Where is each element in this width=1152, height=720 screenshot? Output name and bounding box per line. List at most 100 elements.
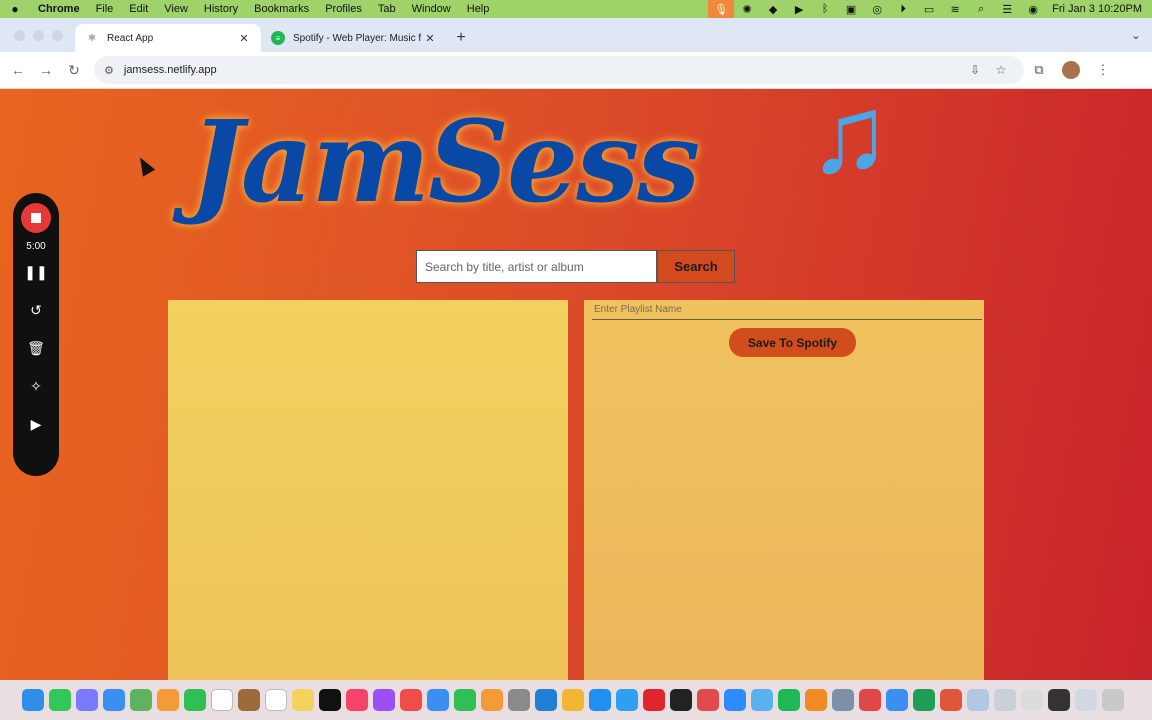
sublime-icon[interactable] xyxy=(805,689,827,711)
stop-recording-button[interactable] xyxy=(21,203,51,233)
excel-icon[interactable] xyxy=(913,689,935,711)
news-icon[interactable] xyxy=(400,689,422,711)
extensions-icon[interactable]: ⧉ xyxy=(1024,62,1054,78)
url-text[interactable]: jamsess.netlify.app xyxy=(124,64,962,76)
window-icon[interactable]: ▣ xyxy=(838,3,864,16)
tv-icon[interactable] xyxy=(319,689,341,711)
preview-icon[interactable] xyxy=(751,689,773,711)
terminal-icon[interactable] xyxy=(670,689,692,711)
restart-icon[interactable]: ↺ xyxy=(21,300,51,320)
camera-icon[interactable]: ▶ xyxy=(21,414,51,434)
siri-icon[interactable]: ◉ xyxy=(1020,3,1046,16)
site-settings-icon[interactable]: ⚙ xyxy=(104,64,114,77)
documents-icon[interactable] xyxy=(1021,689,1043,711)
spotify-icon[interactable] xyxy=(778,689,800,711)
app-tray-icon[interactable]: ◆ xyxy=(760,3,786,16)
effects-icon[interactable]: ✧ xyxy=(21,376,51,396)
stop-icon xyxy=(31,213,41,223)
menu-edit[interactable]: Edit xyxy=(121,3,156,15)
play-icon[interactable]: ⏵ xyxy=(890,3,916,16)
mail-icon[interactable] xyxy=(103,689,125,711)
menu-bookmarks[interactable]: Bookmarks xyxy=(246,3,317,15)
zoom-icon[interactable] xyxy=(724,689,746,711)
tab-spotify[interactable]: ≡ Spotify - Web Player: Music f ✕ xyxy=(261,24,447,52)
reminders-icon[interactable] xyxy=(265,689,287,711)
close-window-icon[interactable] xyxy=(14,29,25,41)
maximize-window-icon[interactable] xyxy=(52,29,63,41)
menu-file[interactable]: File xyxy=(88,3,122,15)
microphone-icon[interactable]: 🎙 xyxy=(708,0,735,18)
menu-view[interactable]: View xyxy=(156,3,196,15)
playlist-name-input[interactable] xyxy=(592,300,982,320)
search-input[interactable] xyxy=(416,250,657,283)
trash-icon[interactable]: 🗑 xyxy=(21,338,51,358)
minimize-window-icon[interactable] xyxy=(33,29,44,41)
finder-window-icon[interactable] xyxy=(967,689,989,711)
menu-history[interactable]: History xyxy=(196,3,246,15)
window-icon[interactable] xyxy=(1075,689,1097,711)
desktop-icon[interactable] xyxy=(1048,689,1070,711)
notes-app-icon[interactable] xyxy=(238,689,260,711)
podcasts-icon[interactable] xyxy=(373,689,395,711)
folder-icon[interactable] xyxy=(859,689,881,711)
wifi-icon[interactable]: ≋ xyxy=(942,3,968,16)
bluetooth-icon[interactable]: ᛒ xyxy=(812,3,838,15)
menu-app-chrome[interactable]: Chrome xyxy=(30,3,88,15)
menu-profiles[interactable]: Profiles xyxy=(317,3,370,15)
system-settings-icon[interactable] xyxy=(508,689,530,711)
menu-bar-clock[interactable]: Fri Jan 3 10:20PM xyxy=(1046,3,1152,15)
voice-memos-icon[interactable] xyxy=(697,689,719,711)
save-to-spotify-button[interactable]: Save To Spotify xyxy=(729,328,856,357)
play-circle-icon[interactable]: ▶ xyxy=(786,3,812,16)
stickies-icon[interactable] xyxy=(292,689,314,711)
menu-help[interactable]: Help xyxy=(459,3,498,15)
playlist-panel: Save To Spotify xyxy=(584,300,984,680)
chrome-icon[interactable] xyxy=(562,689,584,711)
bookmark-star-icon[interactable]: ☆ xyxy=(988,63,1014,77)
music-icon[interactable] xyxy=(346,689,368,711)
keynote-icon[interactable] xyxy=(427,689,449,711)
avatar[interactable] xyxy=(1062,61,1080,79)
more-menu-icon[interactable]: ⋮ xyxy=(1088,62,1118,78)
control-center-icon[interactable]: ☰ xyxy=(994,3,1020,16)
gear-icon[interactable]: ✺ xyxy=(734,3,760,16)
search-button[interactable]: Search xyxy=(657,250,735,283)
install-app-icon[interactable]: ⇩ xyxy=(962,63,988,77)
screenshot-icon[interactable] xyxy=(832,689,854,711)
forward-arrow-icon[interactable]: → xyxy=(32,62,60,78)
app-store-icon[interactable] xyxy=(589,689,611,711)
tab-search-chevron-icon[interactable]: ⌄ xyxy=(1120,18,1152,52)
safari-icon[interactable] xyxy=(616,689,638,711)
close-tab-icon[interactable]: ✕ xyxy=(423,32,437,45)
close-tab-icon[interactable]: ✕ xyxy=(237,32,251,45)
new-tab-button[interactable]: + xyxy=(447,24,475,52)
messages-icon[interactable] xyxy=(49,689,71,711)
address-bar[interactable]: ⚙ jamsess.netlify.app ⇩ ☆ xyxy=(94,56,1024,84)
react-icon: ⚛ xyxy=(87,32,97,44)
xcode-icon[interactable] xyxy=(886,689,908,711)
downloads-icon[interactable] xyxy=(994,689,1016,711)
menu-tab[interactable]: Tab xyxy=(370,3,404,15)
maps-icon[interactable] xyxy=(130,689,152,711)
pages-icon[interactable] xyxy=(481,689,503,711)
vscode-icon[interactable] xyxy=(535,689,557,711)
calendar-icon[interactable] xyxy=(211,689,233,711)
tab-react-app[interactable]: ⚛ React App ✕ xyxy=(75,24,261,52)
numbers-icon[interactable] xyxy=(454,689,476,711)
apple-icon[interactable]: ● xyxy=(0,2,30,16)
back-arrow-icon[interactable]: ← xyxy=(4,62,32,78)
photos-icon[interactable] xyxy=(157,689,179,711)
reload-icon[interactable]: ↻ xyxy=(60,62,88,79)
airdrop-icon[interactable]: ◎ xyxy=(864,3,890,16)
spotlight-search-icon[interactable]: ⌕ xyxy=(968,3,994,16)
launchpad-icon[interactable] xyxy=(76,689,98,711)
powerpoint-icon[interactable] xyxy=(940,689,962,711)
pause-icon[interactable]: ❚❚ xyxy=(21,262,51,282)
battery-icon[interactable]: ▭ xyxy=(916,3,942,16)
opera-icon[interactable] xyxy=(643,689,665,711)
menu-window[interactable]: Window xyxy=(404,3,459,15)
trash-icon[interactable] xyxy=(1102,689,1124,711)
facetime-icon[interactable] xyxy=(184,689,206,711)
finder-icon[interactable] xyxy=(22,689,44,711)
search-results-panel xyxy=(168,300,568,680)
